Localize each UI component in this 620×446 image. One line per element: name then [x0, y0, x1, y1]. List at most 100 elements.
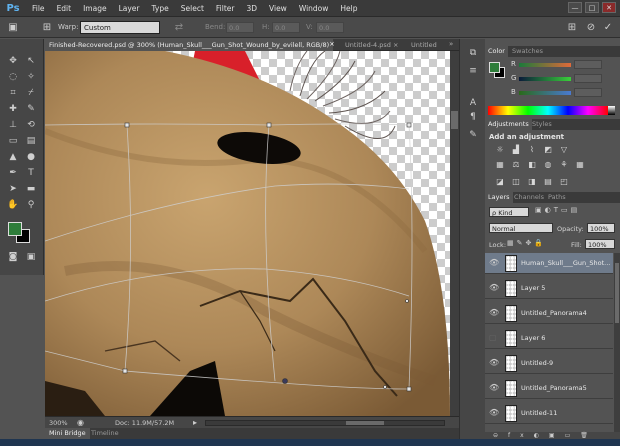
gradient-map-icon[interactable]: ▤: [543, 177, 553, 186]
fill-field[interactable]: 100%: [585, 239, 615, 249]
levels-icon[interactable]: ▟: [511, 145, 521, 154]
shape-tool-icon[interactable]: ▬: [24, 183, 38, 196]
channel-b-value[interactable]: [574, 88, 602, 97]
document-canvas[interactable]: [45, 51, 450, 416]
quick-mask-icon[interactable]: ◙: [6, 251, 20, 264]
layer-row[interactable]: 👁 Untitled_Panorama4: [485, 303, 613, 324]
properties-panel-icon[interactable]: ≡: [466, 65, 480, 78]
tab-mini-bridge[interactable]: Mini Bridge: [45, 428, 90, 439]
layer-row[interactable]: ▢ Layer 6: [485, 328, 613, 349]
layers-scrollbar-thumb[interactable]: [615, 263, 619, 323]
color-spectrum-bar[interactable]: [488, 106, 608, 115]
maximize-button[interactable]: □: [585, 2, 599, 13]
layer-row[interactable]: 👁 Untitled-11: [485, 403, 613, 424]
minimize-button[interactable]: —: [568, 2, 582, 13]
layer-kind-filter[interactable]: ρ Kind: [489, 207, 529, 217]
tab-untitled-4[interactable]: Untitled-4.psd ×: [341, 39, 411, 51]
layer-row[interactable]: 👁 Human_Skull___Gun_Shot...: [485, 253, 613, 274]
cancel-transform-icon[interactable]: ⊘: [584, 21, 598, 34]
h-field[interactable]: 0.0: [272, 22, 300, 33]
visibility-eye-icon[interactable]: 👁: [489, 358, 499, 367]
gradient-tool-icon[interactable]: ▤: [24, 135, 38, 148]
lasso-tool-icon[interactable]: ◌: [6, 71, 20, 84]
warp-orientation-icon[interactable]: ⇄: [172, 21, 186, 34]
black-white-icon[interactable]: ◧: [527, 160, 537, 169]
visibility-eye-icon[interactable]: 👁: [489, 283, 499, 292]
channel-g-value[interactable]: [574, 74, 602, 83]
status-menu-icon[interactable]: ▸: [193, 418, 197, 427]
channel-r-value[interactable]: [574, 60, 602, 69]
screen-mode-icon[interactable]: ▣: [24, 251, 38, 264]
brush-panel-icon[interactable]: ✎: [466, 129, 480, 142]
tab-color[interactable]: Color: [485, 46, 508, 57]
paragraph-panel-icon[interactable]: ¶: [466, 111, 480, 124]
tab-close-icon[interactable]: ×: [393, 41, 398, 49]
tab-styles[interactable]: Styles: [529, 119, 555, 130]
history-brush-icon[interactable]: ⟲: [24, 119, 38, 132]
type-tool-icon[interactable]: T: [24, 167, 38, 180]
foreground-color-swatch[interactable]: [8, 222, 22, 236]
v-field[interactable]: 0.0: [316, 22, 344, 33]
brush-tool-icon[interactable]: ✎: [24, 103, 38, 116]
move-tool-icon[interactable]: ✥: [6, 55, 20, 68]
color-balance-icon[interactable]: ⚖: [511, 160, 521, 169]
h-scrollbar-thumb[interactable]: [346, 421, 384, 425]
menu-help[interactable]: Help: [334, 4, 363, 13]
curves-icon[interactable]: ⌇: [527, 145, 537, 154]
share-icon[interactable]: ◉: [77, 418, 84, 427]
tool-preset-icon[interactable]: ▣: [6, 21, 20, 34]
history-panel-icon[interactable]: ⧉: [466, 47, 480, 60]
layer-row[interactable]: 👁 Untitled_Panorama5: [485, 378, 613, 399]
toggle-warp-icon[interactable]: ⊞: [565, 21, 579, 34]
tab-adjustments[interactable]: Adjustments: [485, 119, 532, 130]
pen-tool-icon[interactable]: ✒: [6, 167, 20, 180]
bend-field[interactable]: 0.0: [226, 22, 254, 33]
tab-paths[interactable]: Paths: [545, 192, 569, 203]
crop-tool-icon[interactable]: ⌗: [6, 87, 20, 100]
hand-tool-icon[interactable]: ✋: [6, 199, 20, 212]
visibility-eye-icon[interactable]: 👁: [489, 408, 499, 417]
eraser-tool-icon[interactable]: ▭: [6, 135, 20, 148]
menu-image[interactable]: Image: [77, 4, 113, 13]
commit-transform-icon[interactable]: ✓: [601, 21, 615, 34]
menu-view[interactable]: View: [263, 4, 293, 13]
tab-swatches[interactable]: Swatches: [509, 46, 546, 57]
eyedropper-tool-icon[interactable]: ⌿: [24, 87, 38, 100]
channel-b-slider[interactable]: [519, 91, 571, 95]
healing-brush-icon[interactable]: ✚: [6, 103, 20, 116]
threshold-icon[interactable]: ◨: [527, 177, 537, 186]
color-lookup-icon[interactable]: ▦: [575, 160, 585, 169]
visibility-eye-icon[interactable]: 👁: [489, 383, 499, 392]
vertical-scrollbar[interactable]: [450, 51, 459, 416]
blend-mode-select[interactable]: Normal: [489, 223, 553, 233]
tab-layers[interactable]: Layers: [485, 192, 513, 203]
posterize-icon[interactable]: ◫: [511, 177, 521, 186]
channel-mixer-icon[interactable]: ⚘: [559, 160, 569, 169]
layer-footer-icons[interactable]: ⊖fx◐▣▭🗑: [485, 432, 620, 439]
menu-edit[interactable]: Edit: [51, 4, 78, 13]
close-button[interactable]: ✕: [602, 2, 616, 13]
menu-select[interactable]: Select: [175, 4, 210, 13]
clone-stamp-icon[interactable]: ⊥: [6, 119, 20, 132]
horizontal-scrollbar[interactable]: [205, 420, 445, 426]
photo-filter-icon[interactable]: ◍: [543, 160, 553, 169]
menu-layer[interactable]: Layer: [113, 4, 146, 13]
menu-window[interactable]: Window: [293, 4, 335, 13]
tab-timeline[interactable]: Timeline: [87, 428, 123, 439]
magic-wand-icon[interactable]: ✧: [24, 71, 38, 84]
menu-filter[interactable]: Filter: [210, 4, 241, 13]
grayscale-ramp[interactable]: [608, 106, 615, 115]
zoom-level[interactable]: 300%: [49, 419, 68, 427]
blur-tool-icon[interactable]: ▲: [6, 151, 20, 164]
dodge-tool-icon[interactable]: ●: [24, 151, 38, 164]
warp-style-select[interactable]: Custom: [80, 21, 160, 34]
layers-scrollbar[interactable]: [614, 253, 620, 433]
character-panel-icon[interactable]: A: [466, 97, 480, 110]
color-fg-swatch[interactable]: [489, 62, 500, 73]
path-selection-icon[interactable]: ➤: [6, 183, 20, 196]
tab-overflow-icon[interactable]: »: [449, 40, 453, 48]
lock-icons[interactable]: ▦✎✥🔒: [507, 239, 546, 247]
scrollbar-thumb[interactable]: [451, 111, 458, 129]
visibility-eye-icon[interactable]: 👁: [489, 308, 499, 317]
vibrance-icon[interactable]: ▽: [559, 145, 569, 154]
